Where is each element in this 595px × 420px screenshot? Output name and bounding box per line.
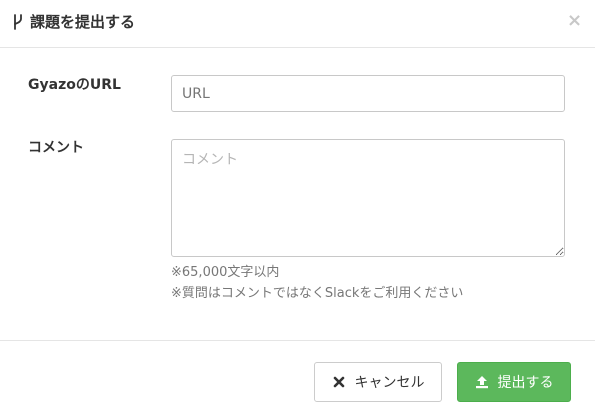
- slack-question-note: ※質問はコメントではなくSlackをご利用ください: [171, 286, 464, 301]
- submit-assignment-dialog: 課題を提出する × GyazoのURL コメント ※65,000文字以内 ※質問…: [0, 0, 595, 420]
- upload-icon: [475, 376, 488, 389]
- comment-label: コメント: [28, 140, 84, 156]
- close-dialog-button[interactable]: ×: [567, 11, 582, 31]
- comment-length-note: ※65,000文字以内: [171, 265, 280, 280]
- close-icon: [333, 376, 344, 388]
- dialog-title: 課題を提出する: [30, 13, 136, 31]
- gyazo-url-input[interactable]: [171, 75, 565, 112]
- branch-icon: [14, 14, 22, 30]
- cancel-button-label: キャンセル: [354, 375, 425, 391]
- cancel-button[interactable]: キャンセル: [314, 362, 442, 402]
- dialog-header: 課題を提出する ×: [0, 0, 595, 48]
- submit-button[interactable]: 提出する: [457, 362, 571, 402]
- comment-textarea[interactable]: [171, 139, 565, 257]
- url-label: GyazoのURL: [28, 77, 121, 93]
- submit-button-label: 提出する: [497, 375, 554, 391]
